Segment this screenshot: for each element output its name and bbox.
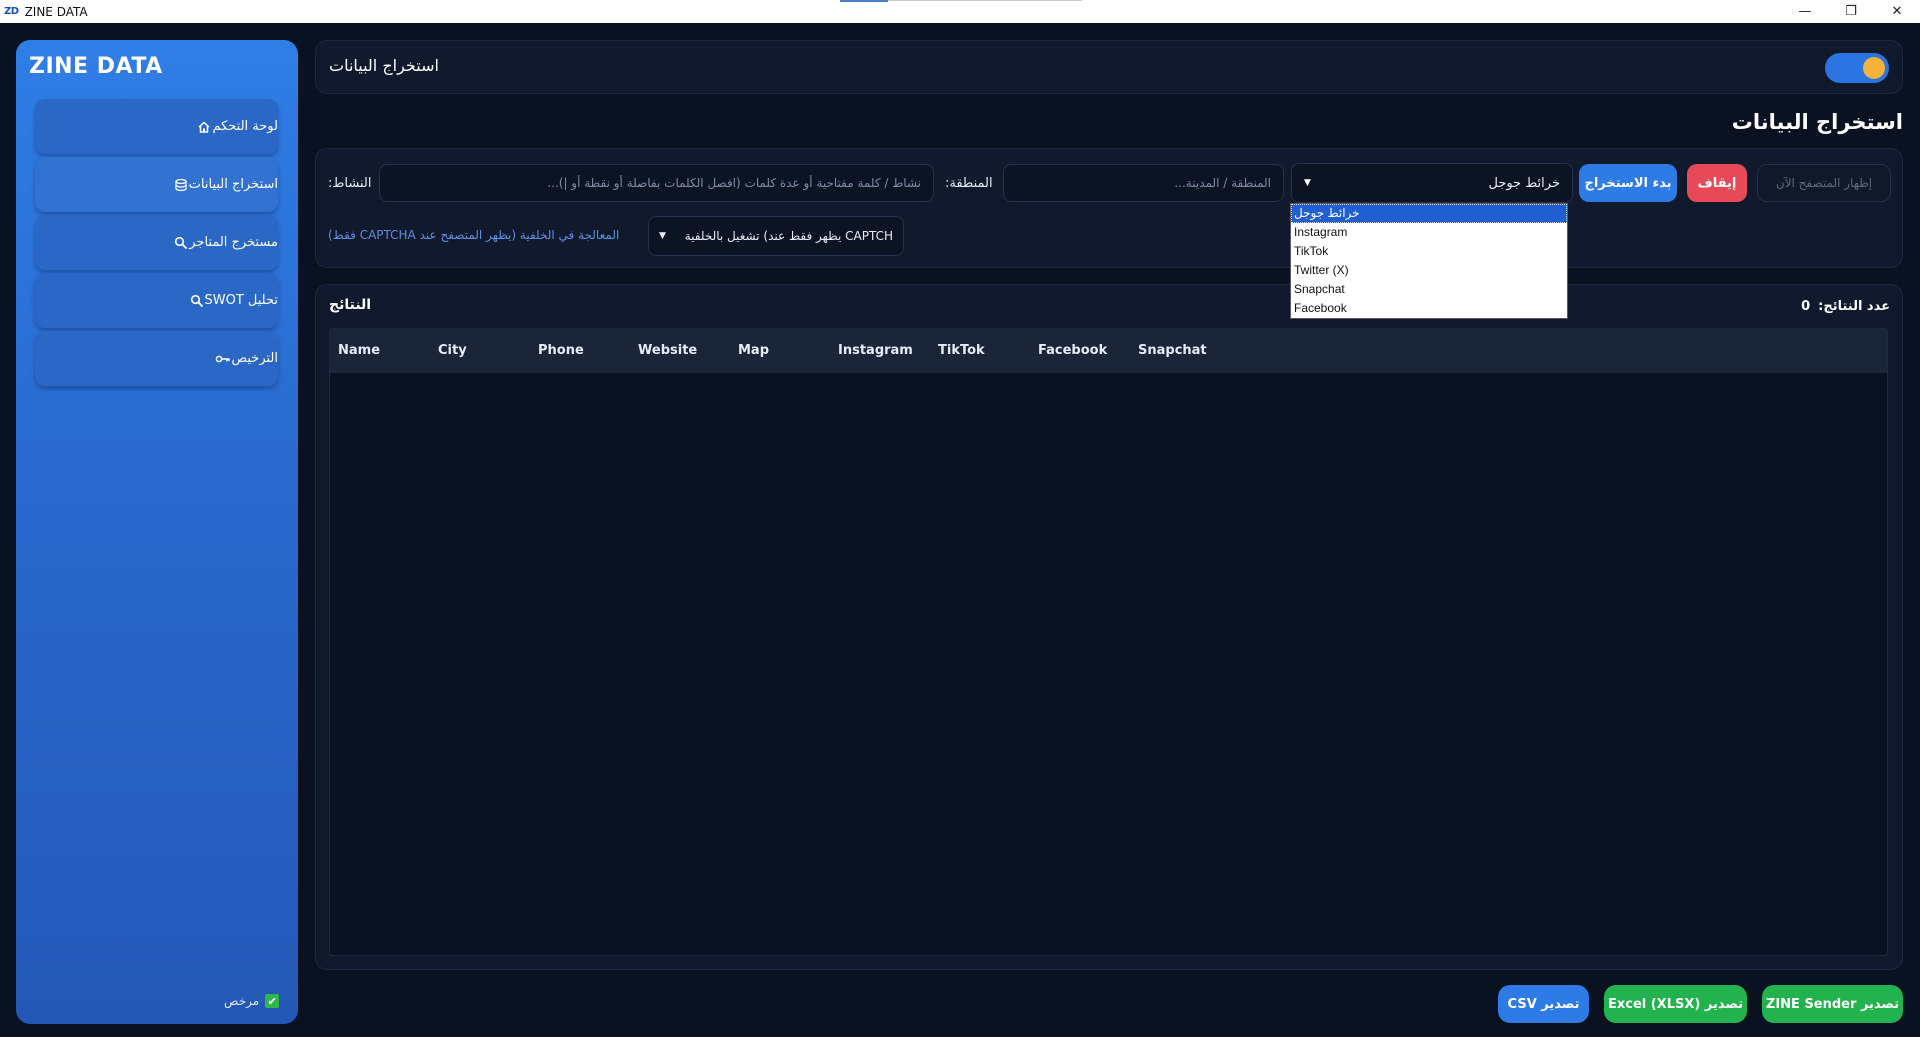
activity-input[interactable]: نشاط / كلمة مفتاحية أو عدة كلمات (افصل ا…	[379, 164, 934, 202]
source-dropdown-list: خرائط جوجل Instagram TikTok Twitter (X) …	[1290, 203, 1568, 319]
activity-label: النشاط:	[328, 176, 372, 191]
source-option-google-maps[interactable]: خرائط جوجل	[1291, 204, 1567, 223]
results-count-value: 0	[1801, 299, 1811, 314]
titlebar-accent	[840, 0, 888, 2]
chevron-down-icon: ▼	[1304, 178, 1311, 188]
results-panel: النتائج عدد النتائج: 0 Name City Phone W…	[315, 284, 1903, 970]
sidebar: ZINE DATA لوحة التحكم استخراج البيانات م…	[16, 40, 298, 1024]
run-mode-note: المعالجة في الخلفية (يظهر المتصفح عند CA…	[328, 228, 620, 242]
sidebar-item-data-extraction[interactable]: استخراج البيانات	[35, 157, 278, 212]
search-icon	[189, 293, 205, 309]
sidebar-item-swot[interactable]: تحليل SWOT	[35, 273, 278, 328]
start-extraction-button[interactable]: بدء الاستخراج	[1579, 164, 1677, 202]
restore-button[interactable]: ❐	[1828, 0, 1874, 23]
window-titlebar: ZD ZINE DATA — ❐ ✕	[0, 0, 1920, 23]
column-header-phone[interactable]: Phone	[538, 329, 584, 373]
results-count: عدد النتائج: 0	[1801, 299, 1890, 314]
results-table[interactable]: Name City Phone Website Map Instagram Ti…	[329, 328, 1888, 956]
theme-toggle[interactable]	[1825, 53, 1889, 83]
license-status-label: مرخص	[224, 994, 260, 1008]
column-header-city[interactable]: City	[438, 329, 467, 373]
column-header-tiktok[interactable]: TikTok	[938, 329, 985, 373]
column-header-name[interactable]: Name	[338, 329, 380, 373]
region-label: المنطقة:	[945, 176, 993, 191]
column-header-website[interactable]: Website	[638, 329, 697, 373]
sidebar-item-store-extractor[interactable]: مستخرج المتاجر	[35, 215, 278, 270]
stop-button[interactable]: إيقاف	[1687, 164, 1747, 202]
key-icon	[215, 351, 231, 367]
results-count-label: عدد النتائج:	[1818, 299, 1890, 314]
run-mode-select[interactable]: CAPTCH يظهر فقط عند) تشغيل بالخلفية ▼	[648, 216, 904, 256]
license-status: ✔ مرخص	[224, 994, 280, 1008]
search-icon	[173, 235, 189, 251]
results-title: النتائج	[329, 297, 372, 313]
source-select[interactable]: خرائط جوجل ▼	[1291, 163, 1573, 203]
column-header-snapchat[interactable]: Snapchat	[1138, 329, 1207, 373]
window-title: ZINE DATA	[24, 4, 88, 19]
column-header-instagram[interactable]: Instagram	[838, 329, 913, 373]
home-icon	[196, 119, 212, 135]
sidebar-item-label: استخراج البيانات	[188, 177, 278, 192]
show-browser-button[interactable]: إظهار المتصفح الآن	[1757, 164, 1891, 202]
brand-title: ZINE DATA	[29, 54, 163, 79]
top-header: استخراج البيانات	[315, 40, 1903, 94]
source-option-facebook[interactable]: Facebook	[1291, 299, 1567, 318]
window-controls: — ❐ ✕	[1782, 0, 1920, 23]
app-logo-icon: ZD	[4, 6, 19, 17]
database-icon	[173, 177, 189, 193]
toggle-knob	[1863, 57, 1885, 79]
titlebar-divider	[888, 0, 1082, 1]
region-input[interactable]: المنطقة / المدينة...	[1003, 164, 1284, 202]
close-button[interactable]: ✕	[1874, 0, 1920, 23]
sidebar-item-label: لوحة التحكم	[212, 119, 278, 134]
sidebar-item-dashboard[interactable]: لوحة التحكم	[35, 99, 278, 154]
sidebar-item-label: مستخرج المتاجر	[189, 235, 278, 250]
page-title: استخراج البيانات	[1731, 110, 1903, 134]
source-option-instagram[interactable]: Instagram	[1291, 223, 1567, 242]
source-select-value: خرائط جوجل	[1488, 175, 1560, 191]
sidebar-item-license[interactable]: الترخيص	[35, 331, 278, 386]
table-header: Name City Phone Website Map Instagram Ti…	[330, 329, 1887, 373]
sidebar-item-label: الترخيص	[231, 351, 278, 366]
extraction-controls: النشاط: نشاط / كلمة مفتاحية أو عدة كلمات…	[315, 148, 1903, 268]
source-option-twitter[interactable]: Twitter (X)	[1291, 261, 1567, 280]
sidebar-item-label: تحليل SWOT	[204, 293, 279, 308]
run-mode-value: CAPTCH يظهر فقط عند) تشغيل بالخلفية	[684, 229, 893, 243]
chevron-down-icon: ▼	[659, 231, 666, 241]
export-csv-button[interactable]: تصدير CSV	[1498, 985, 1589, 1023]
column-header-facebook[interactable]: Facebook	[1038, 329, 1107, 373]
header-title: استخراج البيانات	[329, 56, 439, 75]
source-option-tiktok[interactable]: TikTok	[1291, 242, 1567, 261]
source-option-snapchat[interactable]: Snapchat	[1291, 280, 1567, 299]
export-zine-sender-button[interactable]: تصدير ZINE Sender	[1762, 985, 1903, 1023]
column-header-map[interactable]: Map	[738, 329, 769, 373]
check-icon: ✔	[265, 994, 280, 1008]
export-xlsx-button[interactable]: تصدير Excel (XLSX)	[1604, 985, 1747, 1023]
minimize-button[interactable]: —	[1782, 0, 1828, 23]
